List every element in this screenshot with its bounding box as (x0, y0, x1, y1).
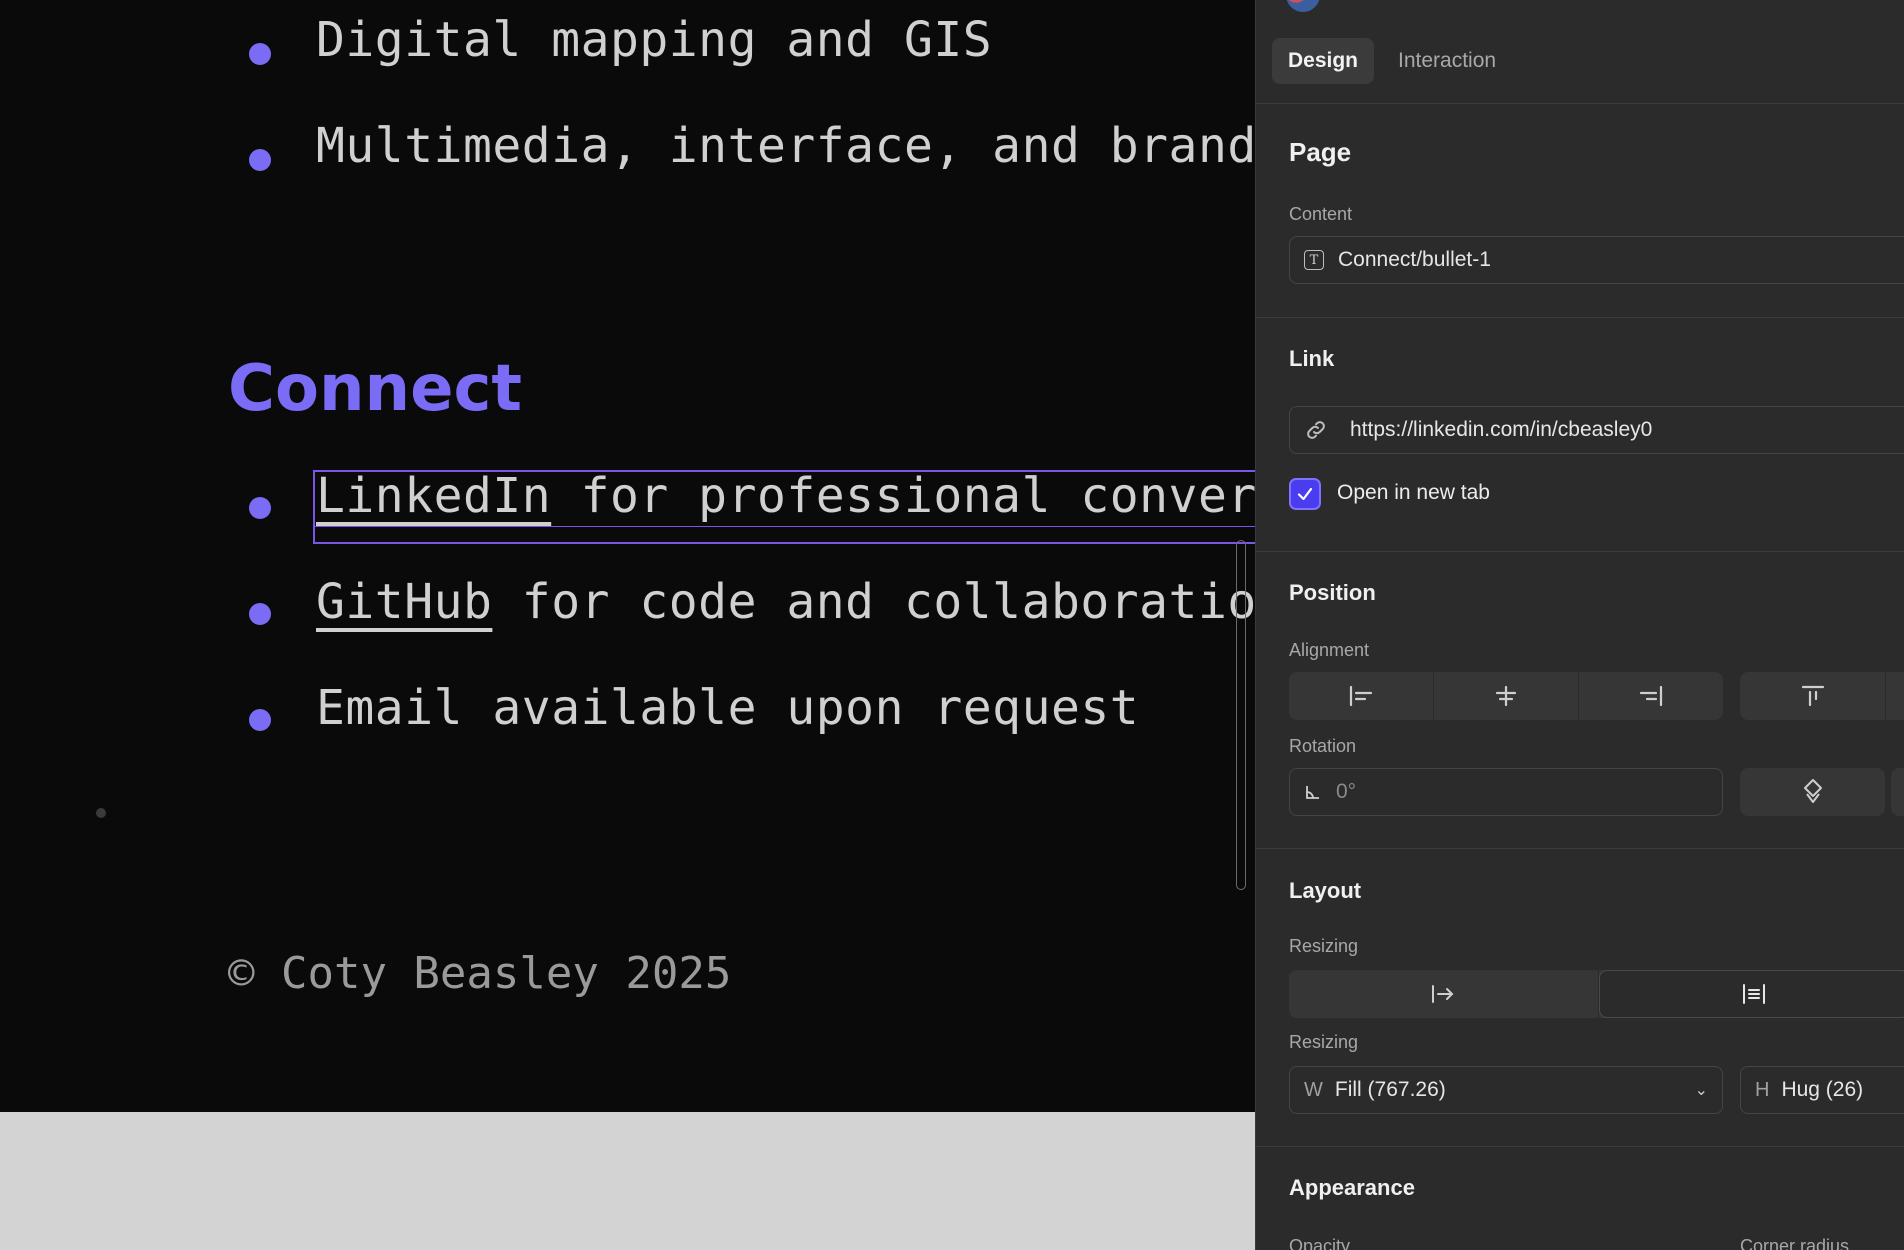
section-title-link: Link (1289, 346, 1335, 371)
resize-fill-button[interactable] (1598, 970, 1904, 1018)
section-title-layout: Layout (1289, 878, 1362, 903)
rotation-label: Rotation (1289, 736, 1357, 756)
avatar[interactable] (1286, 0, 1320, 12)
alignment-label: Alignment (1289, 640, 1370, 660)
resizing-label: Resizing (1289, 936, 1359, 956)
align-middle-button[interactable] (1886, 672, 1904, 720)
flip-secondary-button[interactable] (1891, 768, 1904, 816)
link-icon (1304, 418, 1328, 442)
bullet-text: Multimedia, interface, and branding (316, 118, 1255, 174)
rotation-value: 0° (1336, 780, 1357, 803)
section-title-position: Position (1289, 580, 1376, 605)
height-select[interactable]: H Hug (26) (1740, 1066, 1904, 1114)
tab-interaction[interactable]: Interaction (1382, 38, 1512, 84)
divider (1256, 103, 1904, 104)
github-link[interactable]: GitHub (316, 574, 492, 630)
divider (1256, 551, 1904, 552)
resizing-label: Resizing (1289, 1032, 1359, 1052)
divider (1256, 317, 1904, 318)
canvas-dot (96, 808, 106, 818)
align-center-icon (1495, 685, 1517, 707)
bullet-dot (249, 497, 271, 519)
content-value: Connect/bullet-1 (1338, 248, 1491, 271)
opacity-label: Opacity (1289, 1236, 1351, 1250)
bullet-dot (249, 43, 271, 65)
bullet-dot (249, 709, 271, 731)
panel-tabs: Design Interaction (1272, 38, 1512, 86)
bullet-text: Email available upon request (316, 680, 1140, 736)
content-label: Content (1289, 204, 1353, 224)
angle-icon (1304, 783, 1322, 801)
height-prefix: H (1755, 1078, 1770, 1101)
properties-panel: Design Interaction Page Content T Connec… (1255, 0, 1904, 1250)
height-value: Hug (26) (1781, 1078, 1864, 1101)
open-new-tab-checkbox[interactable] (1289, 478, 1321, 510)
footer-copyright: © Coty Beasley 2025 (228, 948, 732, 999)
divider (1256, 848, 1904, 849)
align-top-icon (1801, 685, 1824, 707)
content-field[interactable]: T Connect/bullet-1 (1289, 236, 1904, 284)
flip-icon (1803, 779, 1822, 803)
link-url-value: https://linkedin.com/in/cbeasley0 (1350, 418, 1653, 441)
bullet-dot (249, 149, 271, 171)
resize-fixed-button[interactable] (1289, 970, 1599, 1018)
arrow-right-icon (1432, 985, 1454, 1003)
selection-outline[interactable] (313, 470, 1255, 544)
selection-baseline (313, 526, 1255, 527)
width-prefix: W (1304, 1078, 1323, 1101)
vertical-alignment-group (1740, 672, 1904, 720)
corner-radius-label: Corner radius (1740, 1236, 1850, 1250)
divider (1256, 1146, 1904, 1147)
design-canvas[interactable]: Digital mapping and GIS Multimedia, inte… (0, 0, 1255, 1112)
bullet-text: Digital mapping and GIS (316, 12, 993, 68)
align-top-button[interactable] (1740, 672, 1886, 720)
section-title-page: Page (1289, 137, 1352, 167)
open-new-tab-label[interactable]: Open in new tab (1337, 481, 1490, 505)
horizontal-alignment-group (1289, 672, 1723, 720)
section-heading-connect[interactable]: Connect (228, 352, 522, 426)
link-url-field[interactable]: https://linkedin.com/in/cbeasley0 (1289, 406, 1904, 454)
bullet-text: GitHub for code and collaboration (316, 574, 1255, 630)
checkmark-icon (1297, 487, 1313, 501)
bullet-rest-text: for code and collaboration (492, 574, 1255, 630)
section-title-appearance: Appearance (1289, 1175, 1415, 1200)
rotation-input[interactable]: 0° (1289, 768, 1723, 816)
width-value: Fill (767.26) (1334, 1078, 1446, 1101)
align-right-icon (1639, 685, 1663, 707)
bullet-dot (249, 603, 271, 625)
align-center-button[interactable] (1434, 672, 1579, 720)
fill-width-icon (1742, 984, 1765, 1004)
resizing-mode-group (1289, 970, 1904, 1018)
align-right-button[interactable] (1579, 672, 1723, 720)
flip-button[interactable] (1740, 768, 1885, 816)
chevron-down-icon: ⌄ (1694, 1082, 1708, 1099)
text-type-icon: T (1304, 250, 1324, 270)
resize-handle[interactable] (1236, 540, 1246, 890)
tab-design[interactable]: Design (1272, 38, 1375, 84)
width-select[interactable]: W Fill (767.26) ⌄ (1289, 1066, 1723, 1114)
align-left-button[interactable] (1289, 672, 1434, 720)
align-left-icon (1349, 685, 1373, 707)
